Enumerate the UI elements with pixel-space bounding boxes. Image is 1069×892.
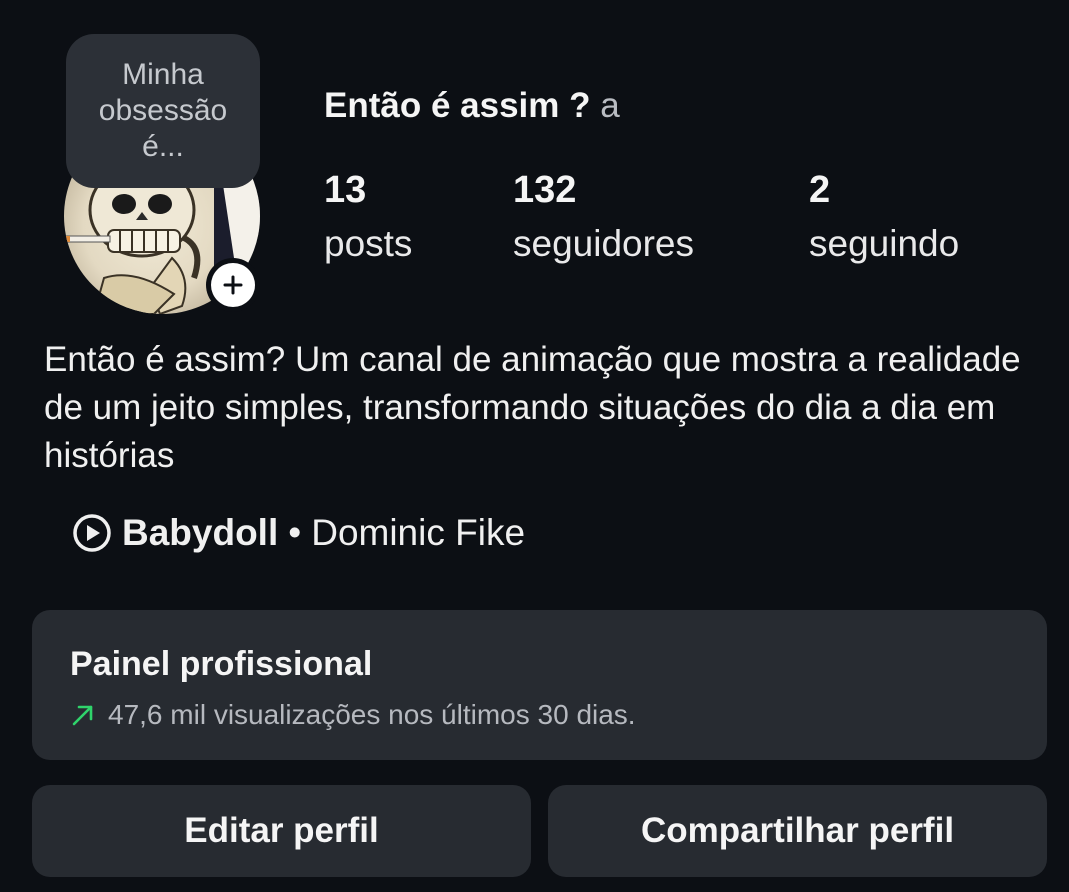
music-song-title: Babydoll [122,512,279,553]
add-story-button[interactable] [206,258,260,312]
profile-music[interactable]: Babydoll • Dominic Fike [72,512,525,554]
stat-following[interactable]: 2 seguindo [809,168,959,266]
dashboard-stat-text: 47,6 mil visualizações nos últimos 30 di… [108,699,636,730]
plus-icon [223,275,243,295]
profile-bio: Então é assim? Um canal de animação que … [44,340,1021,475]
music-artist: Dominic Fike [311,512,526,553]
stat-followers-label: seguidores [513,223,695,264]
profile-name-suffix: a [600,86,620,125]
stat-following-label: seguindo [809,223,960,264]
dashboard-title: Painel profissional [70,645,373,683]
profile-name: Então é assim ? a [324,86,620,126]
music-separator: • [288,512,302,553]
profile-note-text: Minha obsessão é... [98,58,228,163]
professional-dashboard-card[interactable]: Painel profissional 47,6 mil visualizaçõ… [32,610,1047,760]
stat-posts-label: posts [324,223,413,264]
stat-posts[interactable]: 13 posts [324,168,412,266]
profile-note-bubble[interactable]: Minha obsessão é... [66,34,260,188]
stat-followers[interactable]: 132 seguidores [513,168,694,266]
share-profile-button[interactable]: Compartilhar perfil [548,785,1047,877]
profile-page: Minha obsessão é... Então é assim ? a 13… [0,0,1069,892]
edit-profile-button[interactable]: Editar perfil [32,785,531,877]
stat-followers-value: 132 [513,169,577,211]
trend-up-arrow-icon [72,705,93,726]
play-circle-icon [73,514,111,552]
add-story-circle [211,263,255,307]
profile-name-text: Então é assim ? [324,86,591,125]
dashboard-stat: 47,6 mil visualizações nos últimos 30 di… [70,698,1009,732]
stat-posts-value: 13 [324,169,367,211]
stat-following-value: 2 [809,169,831,211]
